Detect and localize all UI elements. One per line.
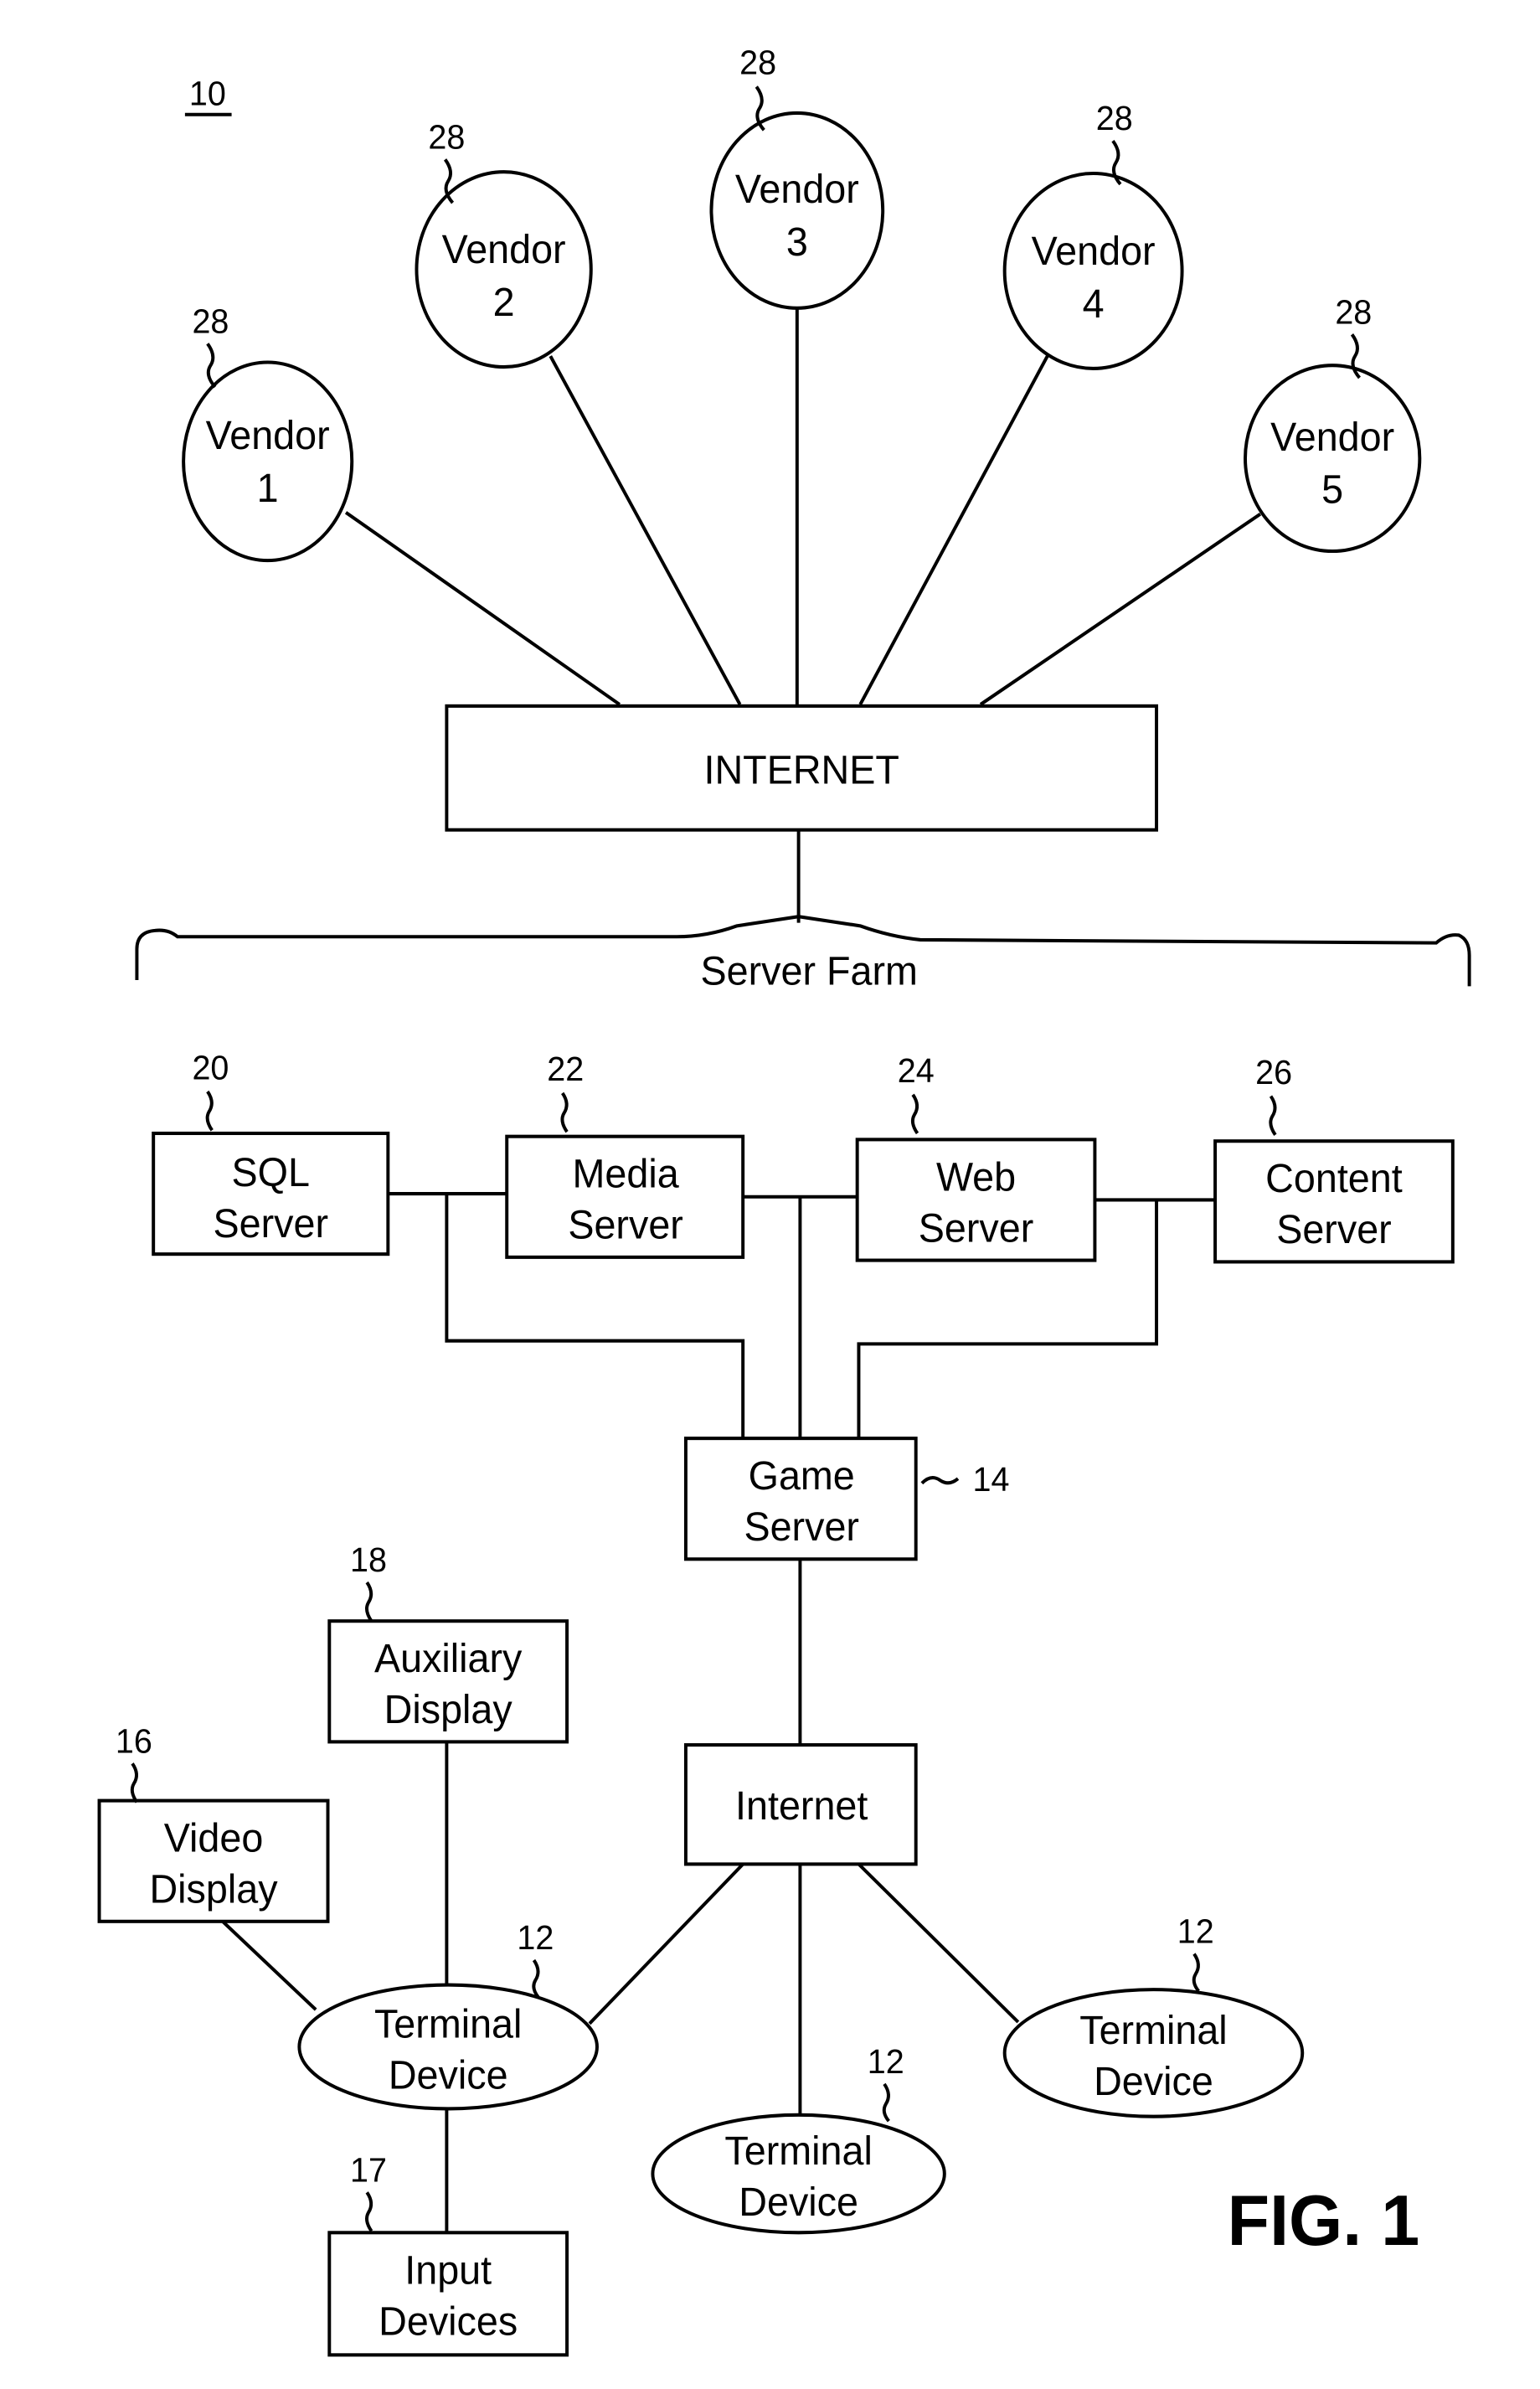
terminal-device-1-label-line2: Device	[389, 2053, 508, 2098]
vendor-2: Vendor 2 28	[415, 119, 593, 369]
vendor-3: Vendor 3 28	[709, 44, 885, 310]
video-display: Video Display 16	[97, 1723, 330, 1923]
input-devices-label-line1: Input	[404, 2248, 492, 2294]
vendor-2-label-line1: Vendor	[442, 228, 566, 273]
game-server-ref: 14	[973, 1461, 1010, 1499]
vendor-1-circle	[182, 360, 354, 563]
vendor-5-label-line2: 5	[1321, 467, 1343, 513]
vendor-2-ref: 28	[428, 119, 465, 157]
input-devices-label-line2: Devices	[379, 2299, 518, 2345]
link-vendor-1	[344, 511, 621, 706]
vendor-4-label-line1: Vendor	[1032, 229, 1156, 274]
link-internet-terminal-3	[858, 1862, 1020, 2024]
input-devices-leader	[365, 2191, 373, 2232]
content-server: Content Server 26	[1213, 1054, 1455, 1264]
link-vendor-5	[979, 512, 1262, 706]
auxiliary-display-leader	[365, 1581, 373, 1623]
media-server: Media Server 22	[505, 1051, 745, 1259]
video-display-label-line1: Video	[164, 1816, 264, 1861]
vendor-4-label-line2: 4	[1083, 281, 1105, 327]
media-server-leader	[560, 1091, 569, 1133]
sql-server-ref: 20	[192, 1050, 229, 1087]
video-display-label-line2: Display	[149, 1867, 277, 1912]
vendor-4: Vendor 4 28	[1002, 101, 1184, 370]
video-display-leader	[130, 1762, 139, 1803]
web-server-leader	[910, 1093, 919, 1135]
network-diagram: 10 Vendor 1 28 Vendor 2 28 Vendor 3 28 V…	[97, 44, 1471, 2357]
vendor-1-leader	[206, 343, 217, 389]
terminal-device-2-leader	[882, 2082, 890, 2123]
vendor-1-label-line1: Vendor	[206, 413, 330, 458]
vendor-5-label-line1: Vendor	[1270, 415, 1394, 460]
sql-server: SQL Server 20	[152, 1050, 390, 1256]
terminal-device-2-ref: 12	[868, 2043, 904, 2081]
auxiliary-display-label-line1: Auxiliary	[374, 1637, 523, 1682]
terminal-device-3: Terminal Device 12	[1002, 1913, 1305, 2118]
game-server: Game Server 14	[683, 1437, 1010, 1561]
terminal-device-1-leader	[532, 1958, 540, 1999]
content-server-leader	[1269, 1095, 1277, 1137]
vendor-1-ref: 28	[192, 303, 229, 341]
sql-server-label-line1: SQL	[232, 1150, 310, 1195]
vendor-5-ref: 28	[1335, 294, 1372, 332]
terminal-device-3-label-line2: Device	[1094, 2059, 1213, 2104]
auxiliary-display-label-line2: Display	[384, 1688, 512, 1733]
terminal-device-1-label-line1: Terminal	[374, 2002, 522, 2047]
web-server-label-line1: Web	[936, 1155, 1016, 1200]
game-server-leader	[920, 1476, 960, 1485]
vendor-3-label-line2: 3	[786, 219, 808, 265]
figure-label: FIG. 1	[1228, 2180, 1419, 2260]
terminal-device-3-leader	[1192, 1953, 1200, 1993]
content-server-label-line2: Server	[1276, 1208, 1392, 1253]
internet-bottom: Internet	[683, 1743, 918, 1866]
media-server-label-line1: Media	[573, 1152, 680, 1197]
terminal-device-2-label-line2: Device	[739, 2180, 858, 2225]
internet-top: INTERNET	[445, 704, 1159, 832]
content-server-ref: 26	[1255, 1054, 1292, 1091]
vendor-4-ref: 28	[1096, 101, 1133, 138]
game-server-label-line1: Game	[749, 1454, 855, 1499]
vendor-1: Vendor 1 28	[182, 303, 354, 563]
terminal-device-3-label-line1: Terminal	[1079, 2008, 1227, 2053]
auxiliary-display: Auxiliary Display 18	[327, 1542, 569, 1744]
vendor-1-label-line2: 1	[257, 466, 279, 511]
vendor-3-label-line1: Vendor	[735, 168, 859, 213]
web-server-label-line2: Server	[919, 1206, 1034, 1251]
terminal-device-2-label-line1: Terminal	[724, 2128, 872, 2174]
link-video-display-terminal	[221, 1920, 317, 2011]
vendor-5: Vendor 5 28	[1244, 294, 1422, 554]
web-server: Web Server 24	[855, 1052, 1097, 1262]
server-farm-brace: Server Farm	[135, 915, 1471, 994]
web-server-ref: 24	[898, 1052, 935, 1090]
media-server-label-line2: Server	[568, 1203, 683, 1248]
sql-server-label-line2: Server	[213, 1201, 328, 1246]
link-vendor-4	[858, 353, 1050, 705]
terminal-device-1-ref: 12	[517, 1920, 554, 1958]
input-devices-ref: 17	[350, 2152, 387, 2190]
internet-bottom-label: Internet	[735, 1783, 868, 1829]
video-display-ref: 16	[116, 1723, 152, 1761]
game-server-label-line2: Server	[744, 1505, 859, 1551]
content-server-label-line1: Content	[1265, 1157, 1403, 1202]
system-ref-label: 10	[189, 75, 226, 113]
vendor-2-label-line2: 2	[493, 280, 515, 325]
internet-top-label: INTERNET	[703, 748, 899, 793]
media-server-ref: 22	[547, 1051, 584, 1089]
auxiliary-display-ref: 18	[350, 1542, 387, 1580]
link-internet-terminal-1	[588, 1862, 744, 2025]
server-farm-label: Server Farm	[700, 949, 917, 994]
vendor-3-ref: 28	[739, 44, 776, 82]
link-vendor-2	[549, 355, 742, 705]
sql-server-leader	[205, 1090, 214, 1132]
terminal-device-3-ref: 12	[1177, 1913, 1214, 1951]
